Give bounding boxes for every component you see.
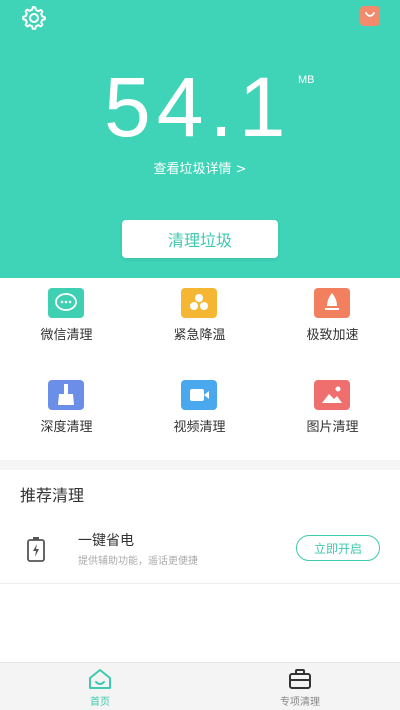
grid-item-emergency-cooling[interactable]: 紧急降温 bbox=[133, 276, 266, 346]
tab-home[interactable]: 首页 bbox=[0, 663, 200, 710]
clean-junk-button[interactable]: 清理垃圾 bbox=[122, 220, 278, 258]
briefcase-icon bbox=[289, 669, 311, 689]
grid-item-label: 视频清理 bbox=[173, 420, 226, 435]
image-icon bbox=[314, 380, 350, 410]
tab-label: 专项清理 bbox=[280, 697, 320, 708]
junk-size-value: 54.1 bbox=[104, 60, 292, 154]
grid-item-label: 紧急降温 bbox=[173, 328, 226, 343]
recommend-item-power-save: 一键省电 提供辅助功能，遥话更便捷 立即开启 bbox=[0, 518, 400, 584]
recommend-item-title: 一键省电 bbox=[78, 533, 134, 549]
grid-item-image-clean[interactable]: 图片清理 bbox=[266, 368, 399, 438]
battery-icon bbox=[27, 537, 45, 562]
header-panel: 54.1 MB 查看垃圾详情 > 清理垃圾 bbox=[0, 0, 400, 278]
grid-item-video-clean[interactable]: 视频清理 bbox=[133, 368, 266, 438]
grid-item-label: 图片清理 bbox=[306, 420, 359, 435]
rocket-icon bbox=[314, 288, 350, 318]
bottom-tab-bar: 首页 专项清理 bbox=[0, 662, 400, 710]
grid-item-extreme-boost[interactable]: 极致加速 bbox=[266, 276, 399, 346]
junk-size-unit: MB bbox=[298, 74, 315, 86]
section-divider bbox=[0, 460, 400, 470]
recommend-item-subtitle: 提供辅助功能，遥话更便捷 bbox=[78, 556, 198, 567]
shopping-bag-icon bbox=[365, 12, 375, 17]
cooling-icon bbox=[181, 288, 217, 318]
video-icon bbox=[181, 380, 217, 410]
enable-now-button[interactable]: 立即开启 bbox=[296, 535, 380, 561]
grid-item-deep-clean[interactable]: 深度清理 bbox=[0, 368, 133, 438]
grid-item-label: 极致加速 bbox=[306, 328, 359, 343]
tab-special-clean[interactable]: 专项清理 bbox=[200, 663, 400, 710]
junk-detail-link[interactable]: 查看垃圾详情 > bbox=[0, 158, 400, 177]
grid-item-label: 微信清理 bbox=[40, 328, 93, 343]
recommend-section-title: 推荐清理 bbox=[20, 486, 85, 505]
grid-item-wechat-clean[interactable]: 微信清理 bbox=[0, 276, 133, 346]
tab-label: 首页 bbox=[90, 697, 110, 708]
gear-icon bbox=[22, 6, 46, 30]
shopping-bag-button[interactable] bbox=[360, 6, 380, 26]
grid-item-label: 深度清理 bbox=[40, 420, 93, 435]
junk-size-display: 54.1 MB bbox=[0, 62, 400, 152]
wechat-icon bbox=[48, 288, 84, 318]
broom-icon bbox=[48, 380, 84, 410]
settings-button[interactable] bbox=[20, 4, 46, 30]
home-icon bbox=[89, 669, 111, 689]
